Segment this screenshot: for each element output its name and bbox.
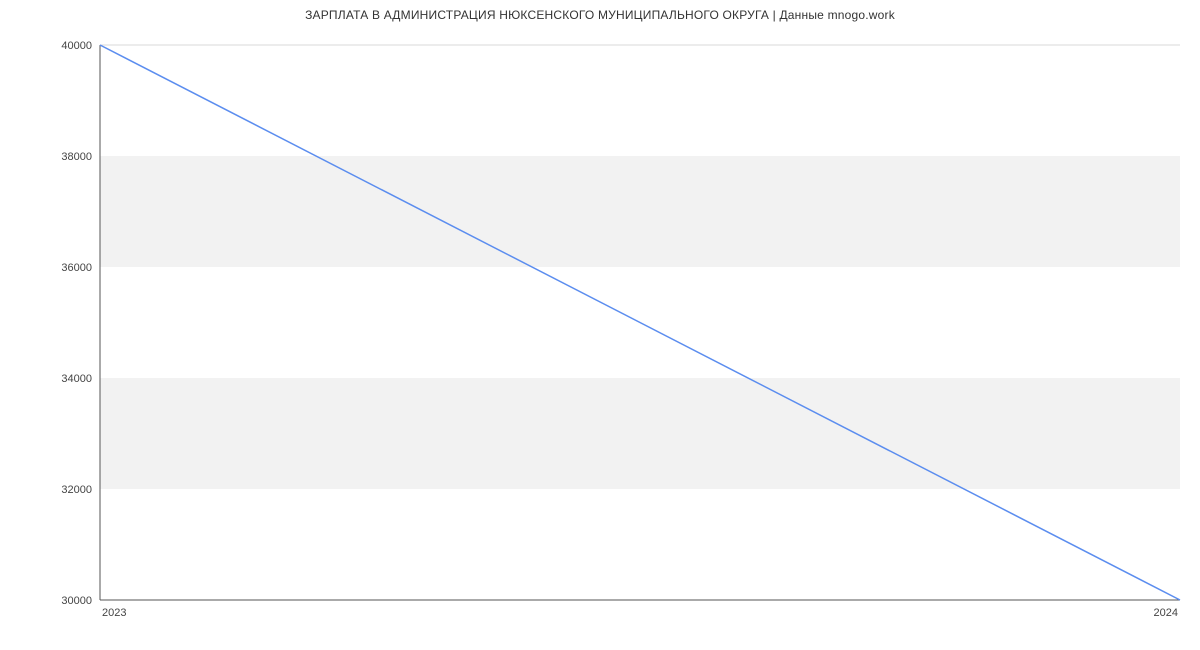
x-tick-label: 2023 [102,607,126,619]
y-tick-label: 34000 [61,373,92,385]
y-tick-label: 40000 [61,40,92,52]
grid-band [100,378,1180,489]
chart-container: ЗАРПЛАТА В АДМИНИСТРАЦИЯ НЮКСЕНСКОГО МУН… [0,0,1200,650]
y-tick-label: 36000 [61,262,92,274]
chart-svg: 30000 32000 34000 36000 38000 40000 2023 2024 [0,0,1200,650]
grid-band [100,156,1180,267]
x-tick-label: 2024 [1154,607,1178,619]
y-tick-label: 38000 [61,151,92,163]
y-tick-label: 30000 [61,595,92,607]
y-tick-label: 32000 [61,484,92,496]
series-line [100,45,1180,600]
chart-title: ЗАРПЛАТА В АДМИНИСТРАЦИЯ НЮКСЕНСКОГО МУН… [0,8,1200,22]
